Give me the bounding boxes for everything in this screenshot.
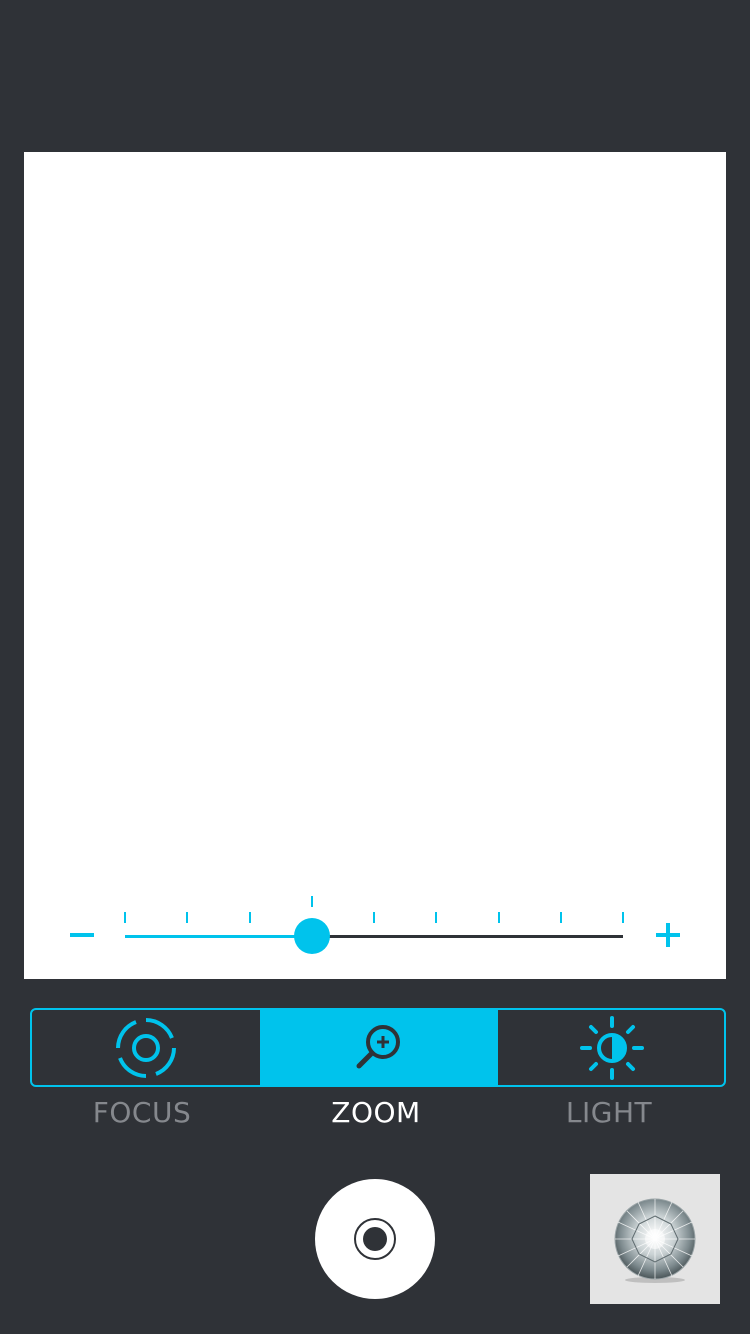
shutter-button[interactable] (315, 1179, 435, 1299)
slider-tick (248, 912, 251, 923)
slider-tick (622, 912, 624, 923)
mode-tabs (30, 1008, 726, 1087)
slider-tick (186, 912, 189, 923)
gallery-thumbnail[interactable] (590, 1174, 720, 1304)
tab-light-label[interactable]: LIGHT (566, 1096, 652, 1129)
brightness-sun-icon (580, 1015, 644, 1080)
slider-tick (310, 896, 313, 907)
tab-zoom[interactable] (262, 1010, 496, 1085)
slider-tick (497, 912, 500, 923)
mode-labels: FOCUS ZOOM LIGHT (30, 1096, 724, 1140)
diamond-gem-image (614, 1198, 696, 1283)
zoom-out-button[interactable] (62, 914, 102, 954)
zoom-in-magnifier-icon (356, 1024, 400, 1068)
plus-icon (656, 923, 680, 947)
slider-thumb[interactable] (293, 918, 330, 954)
slider-track[interactable] (125, 935, 623, 938)
tab-zoom-label[interactable]: ZOOM (331, 1096, 420, 1129)
zoom-slider[interactable] (0, 880, 750, 960)
slider-tick (559, 912, 562, 923)
record-dot-icon (354, 1218, 396, 1260)
tab-focus[interactable] (32, 1010, 262, 1085)
zoom-in-button[interactable] (648, 914, 688, 954)
focus-target-icon (116, 1017, 176, 1078)
tab-light[interactable] (496, 1010, 724, 1085)
slider-tick (373, 912, 375, 923)
camera-viewfinder[interactable] (24, 152, 726, 979)
tab-focus-label[interactable]: FOCUS (93, 1096, 191, 1129)
slider-track-fill (125, 935, 312, 938)
minus-icon (70, 933, 94, 937)
slider-tick (124, 912, 126, 923)
slider-tick (435, 912, 438, 923)
